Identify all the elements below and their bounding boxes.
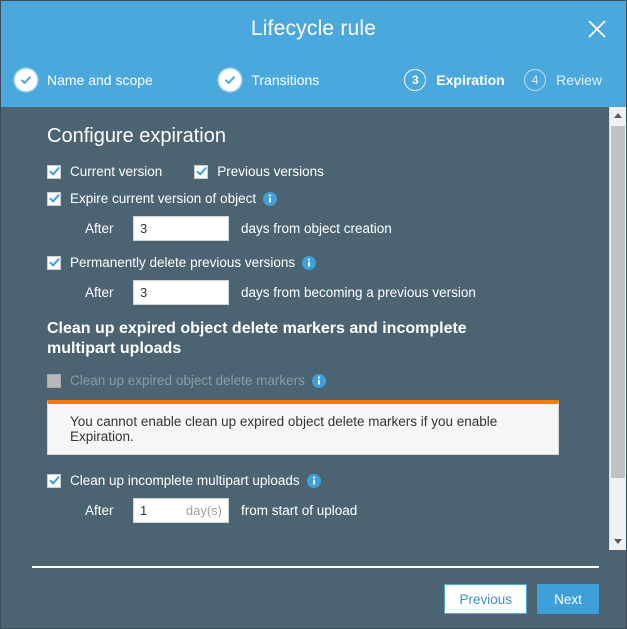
step-check-icon bbox=[219, 69, 242, 91]
input-value: 3 bbox=[140, 221, 148, 236]
checkbox-delete-previous-versions[interactable] bbox=[47, 255, 61, 270]
wizard-step-label: Transitions bbox=[251, 72, 320, 88]
info-icon[interactable] bbox=[263, 191, 278, 206]
close-icon[interactable] bbox=[582, 14, 612, 44]
info-icon[interactable] bbox=[306, 473, 321, 488]
input-unit-suffix: day(s) bbox=[185, 503, 222, 518]
after-label: After bbox=[85, 503, 114, 518]
expire-current-version-row: Expire current version of object bbox=[47, 191, 579, 206]
footer-actions: Previous Next bbox=[444, 584, 599, 614]
checkbox-delete-previous-versions-label: Permanently delete previous versions bbox=[70, 255, 296, 270]
wizard-step-expiration[interactable]: 3 Expiration bbox=[404, 69, 514, 91]
lifecycle-rule-dialog: Lifecycle rule Name and scope Transition… bbox=[0, 0, 627, 629]
cleanup-delete-markers-row: Clean up expired object delete markers bbox=[47, 373, 579, 388]
cleanup-multipart-row: Clean up incomplete multipart uploads bbox=[47, 473, 579, 488]
checkbox-current-version-label: Current version bbox=[70, 164, 163, 179]
checkbox-cleanup-delete-markers-label: Clean up expired object delete markers bbox=[70, 373, 305, 388]
checkbox-previous-versions[interactable] bbox=[194, 164, 209, 179]
cleanup-multipart-days-input[interactable]: 1 day(s) bbox=[133, 498, 229, 523]
checkbox-cleanup-multipart-uploads-label: Clean up incomplete multipart uploads bbox=[70, 473, 300, 488]
scrollbar-thumb[interactable] bbox=[611, 126, 625, 478]
delete-previous-days-input[interactable]: 3 bbox=[133, 280, 229, 305]
step-number-badge: 4 bbox=[524, 69, 547, 91]
checkbox-current-version[interactable] bbox=[47, 164, 61, 179]
expire-current-after-row: After 3 days from object creation bbox=[85, 216, 579, 241]
next-button[interactable]: Next bbox=[537, 584, 599, 614]
expire-current-days-input[interactable]: 3 bbox=[133, 216, 229, 241]
scroll-up-icon[interactable] bbox=[610, 107, 626, 124]
checkbox-expire-current-version[interactable] bbox=[47, 191, 61, 206]
delete-previous-versions-row: Permanently delete previous versions bbox=[47, 255, 579, 270]
wizard-step-label: Review bbox=[556, 72, 602, 88]
step-check-icon bbox=[15, 69, 37, 91]
wizard-steps: Name and scope Transitions 3 Expiration … bbox=[1, 57, 626, 107]
input-value: 3 bbox=[140, 285, 148, 300]
alert-message: You cannot enable clean up expired objec… bbox=[70, 414, 498, 444]
dialog-body: Configure expiration Current version Pre… bbox=[1, 107, 626, 550]
checkbox-cleanup-multipart-uploads[interactable] bbox=[47, 473, 61, 488]
previous-button[interactable]: Previous bbox=[444, 584, 527, 614]
dialog-title: Lifecycle rule bbox=[250, 17, 377, 40]
info-icon[interactable] bbox=[311, 373, 326, 388]
footer-divider bbox=[32, 566, 599, 568]
dialog-header: Lifecycle rule Name and scope Transition… bbox=[1, 1, 626, 107]
expiration-conflict-alert: You cannot enable clean up expired objec… bbox=[47, 400, 559, 455]
dialog-footer: Previous Next bbox=[1, 550, 626, 628]
wizard-step-review[interactable]: 4 Review bbox=[524, 69, 602, 91]
cleanup-multipart-after-row: After 1 day(s) from start of upload bbox=[85, 498, 579, 523]
expire-current-suffix-label: days from object creation bbox=[241, 221, 392, 236]
step-number-badge: 3 bbox=[404, 69, 427, 91]
checkbox-expire-current-version-label: Expire current version of object bbox=[70, 191, 257, 206]
info-icon[interactable] bbox=[302, 255, 317, 270]
after-label: After bbox=[85, 285, 114, 300]
scroll-down-icon[interactable] bbox=[610, 533, 626, 550]
content-scrollbar[interactable] bbox=[609, 107, 626, 550]
scrollbar-track[interactable] bbox=[610, 124, 626, 533]
page-title: Configure expiration bbox=[47, 125, 226, 147]
after-label: After bbox=[85, 221, 114, 236]
wizard-step-label: Expiration bbox=[436, 72, 505, 88]
wizard-step-label: Name and scope bbox=[47, 72, 153, 88]
wizard-step-transitions[interactable]: Transitions bbox=[219, 69, 394, 91]
delete-previous-suffix-label: days from becoming a previous version bbox=[241, 285, 476, 300]
version-scope-row: Current version Previous versions bbox=[47, 164, 579, 179]
delete-previous-after-row: After 3 days from becoming a previous ve… bbox=[85, 280, 579, 305]
wizard-step-name-and-scope[interactable]: Name and scope bbox=[15, 69, 209, 91]
checkbox-previous-versions-label: Previous versions bbox=[217, 164, 324, 179]
input-value: 1 bbox=[140, 503, 148, 518]
checkbox-cleanup-delete-markers bbox=[47, 373, 61, 388]
dialog-titlebar: Lifecycle rule bbox=[1, 1, 626, 57]
cleanup-section-heading: Clean up expired object delete markers a… bbox=[47, 320, 467, 357]
expiration-form: Configure expiration Current version Pre… bbox=[1, 107, 609, 550]
cleanup-multipart-suffix-label: from start of upload bbox=[241, 503, 358, 518]
